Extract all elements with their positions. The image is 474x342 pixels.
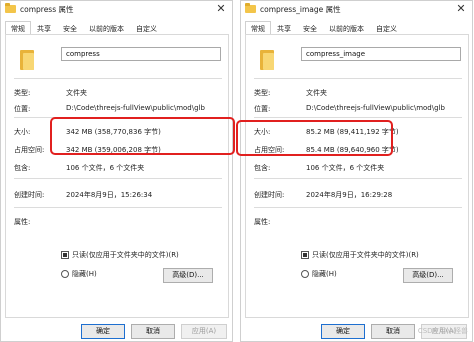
readonly-checkbox[interactable] <box>61 251 69 259</box>
divider <box>254 178 462 179</box>
hidden-checkbox[interactable] <box>61 270 69 278</box>
advanced-button[interactable]: 高级(D)... <box>163 268 213 283</box>
tab-previous-versions[interactable]: 以前的版本 <box>323 21 370 35</box>
properties-dialog-compress: compress 属性 ✕ 常规 共享 安全 以前的版本 自定义 compres… <box>0 0 233 342</box>
type-label: 类型: <box>14 89 31 97</box>
divider <box>254 78 462 79</box>
highlight-box-left <box>50 117 235 155</box>
ok-button[interactable]: 确定 <box>321 324 365 339</box>
hidden-label[interactable]: 隐藏(H) <box>312 269 337 279</box>
tab-security[interactable]: 安全 <box>57 21 83 35</box>
created-label: 创建时间: <box>14 191 45 199</box>
location-label: 位置: <box>14 105 31 113</box>
folder-name-input[interactable]: compress_image <box>301 47 461 61</box>
ok-button[interactable]: 确定 <box>81 324 125 339</box>
properties-dialog-compress-image: compress_image 属性 ✕ 常规 共享 安全 以前的版本 自定义 c… <box>240 0 473 342</box>
title-bar[interactable]: compress 属性 ✕ <box>1 1 232 19</box>
tab-customize[interactable]: 自定义 <box>130 21 163 35</box>
tab-sharing[interactable]: 共享 <box>271 21 297 35</box>
advanced-button[interactable]: 高级(D)... <box>403 268 453 283</box>
apply-button[interactable]: 应用(A) <box>181 324 227 339</box>
readonly-label[interactable]: 只读(仅应用于文件夹中的文件)(R) <box>312 250 419 260</box>
window-title: compress_image 属性 <box>260 5 341 14</box>
type-value: 文件夹 <box>66 89 87 97</box>
location-value: D:\Code\threejs-fullView\public\mod\glb <box>66 104 205 112</box>
title-bar[interactable]: compress_image 属性 ✕ <box>241 1 472 19</box>
location-label: 位置: <box>254 105 271 113</box>
tab-previous-versions[interactable]: 以前的版本 <box>83 21 130 35</box>
cancel-button[interactable]: 取消 <box>131 324 175 339</box>
readonly-label[interactable]: 只读(仅应用于文件夹中的文件)(R) <box>72 250 179 260</box>
contains-label: 包含: <box>14 164 31 172</box>
type-label: 类型: <box>254 89 271 97</box>
location-value: D:\Code\threejs-fullView\public\mod\glb <box>306 104 445 112</box>
highlight-box-right <box>236 120 393 156</box>
tab-general[interactable]: 常规 <box>245 21 271 35</box>
type-value: 文件夹 <box>306 89 327 97</box>
divider <box>14 178 222 179</box>
folder-icon <box>260 50 274 70</box>
close-button[interactable]: ✕ <box>214 2 228 16</box>
divider <box>14 78 222 79</box>
tab-bar: 常规 共享 安全 以前的版本 自定义 <box>245 21 403 35</box>
hidden-checkbox[interactable] <box>301 270 309 278</box>
hidden-label[interactable]: 隐藏(H) <box>72 269 97 279</box>
window-title: compress 属性 <box>20 5 74 14</box>
tab-bar: 常规 共享 安全 以前的版本 自定义 <box>5 21 163 35</box>
created-value: 2024年8月9日，15:26:34 <box>66 191 153 199</box>
contains-value: 106 个文件，6 个文件夹 <box>306 164 385 172</box>
close-button[interactable]: ✕ <box>454 2 468 16</box>
created-value: 2024年8月9日，16:29:28 <box>306 191 393 199</box>
general-panel: compress 类型: 文件夹 位置: D:\Code\threejs-ful… <box>5 34 229 318</box>
tab-customize[interactable]: 自定义 <box>370 21 403 35</box>
watermark: CSDN @小怪兽 <box>417 327 468 335</box>
folder-icon <box>20 50 34 70</box>
divider <box>254 117 462 118</box>
size-label: 大小: <box>14 128 31 136</box>
created-label: 创建时间: <box>254 191 285 199</box>
tab-security[interactable]: 安全 <box>297 21 323 35</box>
divider <box>254 207 462 208</box>
tab-general[interactable]: 常规 <box>5 21 31 35</box>
cancel-button[interactable]: 取消 <box>371 324 415 339</box>
attributes-label: 属性: <box>254 218 271 226</box>
general-panel: compress_image 类型: 文件夹 位置: D:\Code\three… <box>245 34 469 318</box>
size-on-disk-label: 占用空间: <box>14 146 45 154</box>
folder-name-input[interactable]: compress <box>61 47 221 61</box>
readonly-checkbox[interactable] <box>301 251 309 259</box>
contains-label: 包含: <box>254 164 271 172</box>
attributes-label: 属性: <box>14 218 31 226</box>
tab-sharing[interactable]: 共享 <box>31 21 57 35</box>
folder-title-icon <box>245 3 256 13</box>
folder-title-icon <box>5 3 16 13</box>
contains-value: 106 个文件，6 个文件夹 <box>66 164 145 172</box>
divider <box>14 207 222 208</box>
